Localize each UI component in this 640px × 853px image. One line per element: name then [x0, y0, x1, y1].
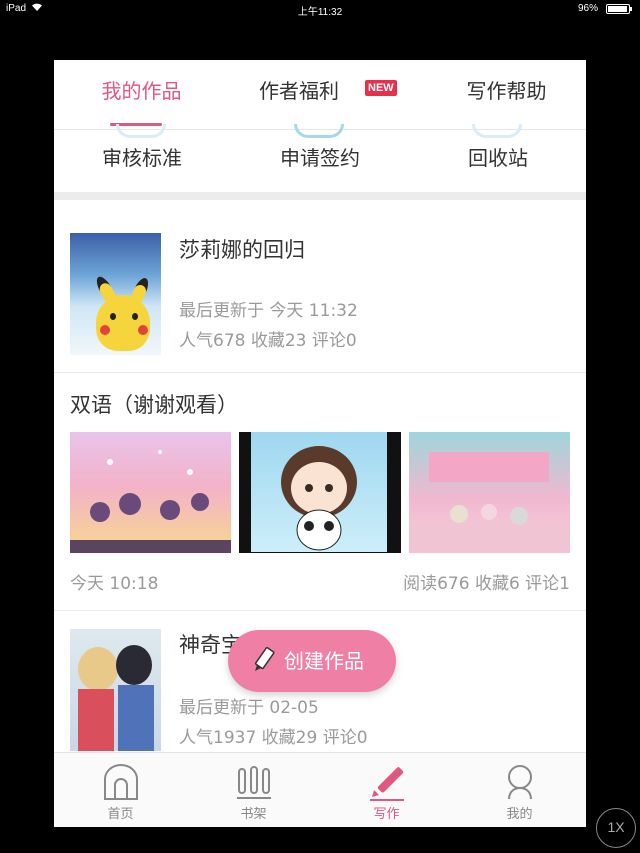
home-icon — [104, 764, 138, 800]
bookshelf-icon — [237, 766, 271, 799]
tab-home-label: 首页 — [107, 807, 134, 822]
new-badge: NEW — [365, 80, 397, 96]
work-title: 莎莉娜的回归 — [179, 238, 305, 262]
quick-actions-row: 审核标准 申请签约 回收站 — [54, 124, 586, 192]
create-work-label: 创建作品 — [284, 649, 364, 673]
work-image-1 — [70, 432, 231, 553]
profile-icon — [508, 765, 532, 800]
work-cover-image — [70, 629, 161, 751]
work-stats: 人气1937 收藏29 评论0 — [179, 728, 368, 748]
work-stats: 阅读676 收藏6 评论1 — [403, 574, 570, 594]
work-updated: 最后更新于 02-05 — [179, 698, 319, 718]
tab-home[interactable]: 首页 — [54, 753, 187, 827]
bottom-tab-bar: 首页 书架 写作 我的 — [54, 752, 586, 827]
tab-write-label: 写作 — [373, 807, 400, 822]
top-tab-bar: 我的作品 作者福利 NEW 写作帮助 — [54, 60, 586, 130]
review-standards-button[interactable]: 审核标准 — [62, 138, 222, 178]
tab-bookshelf-label: 书架 — [240, 807, 267, 822]
tab-write[interactable]: 写作 — [320, 753, 453, 827]
tab-my-works[interactable]: 我的作品 — [74, 60, 209, 128]
work-time: 今天 10:18 — [70, 574, 159, 594]
work-title: 双语（谢谢观看） — [70, 393, 238, 417]
work-item[interactable]: 双语（谢谢观看） 今天 10:18 阅读676 收藏6 评论1 — [54, 373, 586, 611]
pencil-icon — [254, 646, 275, 671]
app-window: 我的作品 作者福利 NEW 写作帮助 审核标准 申请签约 回收站 莎莉娜的回归 … — [54, 60, 586, 827]
work-image-2 — [239, 432, 401, 553]
work-stats: 人气678 收藏23 评论0 — [179, 331, 357, 351]
tab-bookshelf[interactable]: 书架 — [187, 753, 320, 827]
section-divider — [54, 192, 586, 200]
battery-percent: 96% — [577, 3, 598, 14]
work-image-3 — [409, 432, 570, 553]
clock: 上午11:32 — [297, 7, 343, 18]
zoom-button[interactable]: 1X — [596, 808, 636, 848]
tab-mine[interactable]: 我的 — [453, 753, 586, 827]
work-item[interactable]: 莎莉娜的回归 最后更新于 今天 11:32 人气678 收藏23 评论0 — [54, 200, 586, 373]
work-cover-image — [70, 233, 161, 355]
apply-contract-icon — [294, 124, 344, 138]
apply-contract-button[interactable]: 申请签约 — [240, 138, 400, 178]
pen-icon — [370, 767, 404, 801]
battery-level — [608, 6, 628, 12]
recycle-bin-button[interactable]: 回收站 — [418, 138, 578, 178]
review-standards-icon — [116, 124, 166, 138]
battery-icon — [606, 4, 632, 14]
status-bar: iPad 上午11:32 96% — [0, 0, 640, 18]
tab-writing-help[interactable]: 写作帮助 — [439, 60, 574, 128]
tab-mine-label: 我的 — [506, 807, 533, 822]
recycle-bin-icon — [472, 124, 522, 138]
work-updated: 最后更新于 今天 11:32 — [179, 301, 358, 321]
create-work-button[interactable]: 创建作品 — [228, 630, 396, 692]
